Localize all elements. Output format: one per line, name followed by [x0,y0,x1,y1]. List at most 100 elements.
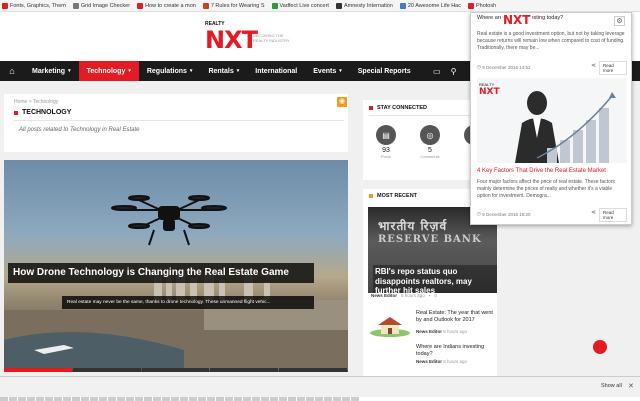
taskbar-cell [261,397,269,401]
nav-item-international[interactable]: International [247,61,305,81]
nav-right-icons: ▭ ⚲ [433,61,456,81]
list-item-title[interactable]: Real Estate: The year that went by and O… [416,310,496,324]
read-more-button[interactable]: Read more [599,61,627,75]
title-marker-icon [14,110,18,115]
chevron-down-icon: ▾ [128,68,131,74]
bookmark-item[interactable]: Grid Image Checker [72,2,133,9]
taskbar-cell [297,397,305,401]
taskbar-cell [81,397,89,401]
read-more-button[interactable]: Read more [599,208,627,222]
share-icon[interactable]: ⋖ [591,209,596,216]
page-title: TECHNOLOGY [14,109,71,116]
list-item[interactable]: Where are Indians investing today? News … [368,341,497,376]
featured-author[interactable]: News Editor [371,293,397,298]
breadcrumb[interactable]: Home > Technology [14,99,58,105]
popup-article-meta: ◷ 9 December 2016 14:52 ⋖ Read more [477,61,627,75]
featured-comments[interactable]: 0 [434,293,437,298]
popup-article-image[interactable]: REALTY NXT [477,78,627,163]
nav-item-technology[interactable]: Technology ▾ [78,61,139,81]
search-icon[interactable]: ⚲ [451,67,457,76]
taskbar-cell [180,397,188,401]
chevron-down-icon: ▾ [68,68,71,74]
bookmark-label: Vadfect Live concert [279,2,329,9]
bookmark-item[interactable]: How to create a mon [137,2,199,9]
taskbar-cell [234,397,242,401]
popup-article2-date: 9 December 2016 16:20 [482,211,531,217]
taskbar-cell [207,397,215,401]
stay-connected-title: STAY CONNECTED [369,105,427,111]
slider-indicator-4[interactable] [210,368,279,372]
hero-slider[interactable]: How Drone Technology is Changing the Rea… [4,160,348,372]
list-item-meta: News Editor 6 hours ago [416,359,467,364]
taskbar-cell [54,397,62,401]
slider-indicator-1[interactable] [4,368,72,372]
nav-item-events[interactable]: Events ▾ [305,61,349,81]
slider-indicators [4,368,348,372]
comments-counter[interactable]: ◎ 5 Comments [413,122,447,170]
close-icon[interactable]: ✕ [628,382,634,390]
taskbar-cell [306,397,314,401]
hero-title[interactable]: How Drone Technology is Changing the Rea… [8,263,314,283]
slider-indicator-2[interactable] [72,368,141,372]
bookmark-item[interactable]: 20 Awesome Life Hac [399,2,464,9]
bookmark-favicon-icon [271,2,278,9]
slider-indicator-3[interactable] [141,368,210,372]
nav-item-rentals[interactable]: Rentals ▾ [200,61,247,81]
bookmark-item[interactable]: Amnesty Internation [335,2,396,9]
share-icon[interactable]: ⋖ [591,62,596,69]
bookmark-label: Amnesty Internation [343,2,393,9]
list-item-author[interactable]: News Editor [416,329,442,334]
chevron-down-icon: ▾ [236,68,240,74]
notification-bell-icon[interactable] [593,340,607,354]
download-bar: Show all ✕ [0,376,640,401]
chevron-down-icon: ▾ [339,68,342,74]
nav-items: Marketing ▾ Technology ▾ Regulations ▾ Rentals… [24,61,419,81]
nav-item-marketing[interactable]: Marketing ▾ [24,61,79,81]
posts-counter[interactable]: ▤ 93 Posts [369,122,403,170]
show-all-button[interactable]: Show all [601,383,622,389]
bookmark-item[interactable]: Photosh [467,2,499,9]
bookmark-item[interactable]: 7 Rules for Wearing S [202,2,268,9]
nav-item-regulations[interactable]: Regulations ▾ [139,61,201,81]
document-icon: ▤ [376,125,396,145]
taskbar-cell [72,397,80,401]
taskbar-cell [333,397,341,401]
comment-icon: ▪ [428,293,431,298]
bookmark-item[interactable]: Vadfect Live concert [271,2,332,9]
list-item[interactable]: Real Estate: The year that went by and O… [368,307,497,345]
list-item-title[interactable]: Where are Indians investing today? [416,344,496,358]
hero-excerpt: Real estate may never be the same, thank… [62,296,314,309]
taskbar-cell [324,397,332,401]
bookmark-item[interactable]: Fonts, Graphics, Them [2,2,69,9]
bookmark-label: 7 Rules for Wearing S [210,2,265,9]
taskbar-strip [0,397,640,401]
stay-connected-title-text: STAY CONNECTED [377,105,428,111]
nav-item-label: Marketing [32,67,66,75]
popup-article-date: 9 December 2016 14:52 [482,64,531,70]
title-marker-icon [369,194,373,198]
most-recent-title-text: MOST RECENT [377,193,418,199]
popup-logo: NXT [501,13,533,27]
popup-article2-title[interactable]: 4 Key Factors That Drive the Real Estate… [477,168,606,174]
taskbar-cell [117,397,125,401]
bookmark-favicon-icon [399,2,406,9]
gear-icon[interactable]: ⚙ [614,16,625,26]
bookmark-favicon-icon [335,2,342,9]
nav-item-label: Special Reports [357,67,411,75]
rss-icon[interactable]: ◉ [337,97,347,107]
bookmark-favicon-icon [2,2,8,9]
slider-indicator-5[interactable] [279,368,347,372]
taskbar-cell [315,397,323,401]
taskbar-cell [0,397,8,401]
popup-article2-meta: ◷ 9 December 2016 16:20 ⋖ Read more [477,208,627,222]
taskbar-cell [252,397,260,401]
home-icon[interactable]: ⌂ [0,61,24,81]
nav-item-special-reports[interactable]: Special Reports [350,61,419,81]
bookmark-label: Grid Image Checker [80,2,131,9]
list-item-author[interactable]: News Editor [416,359,442,364]
popup-article2-description: Four major factors affect the price of r… [477,179,615,199]
video-icon[interactable]: ▭ [433,67,441,76]
taskbar-cell [225,397,233,401]
site-logo[interactable]: REALTY NXT DECODING THE REALTY INDUSTRY [205,21,305,57]
featured-article-title[interactable]: RBI's repo status quo disappoints realto… [373,265,497,293]
